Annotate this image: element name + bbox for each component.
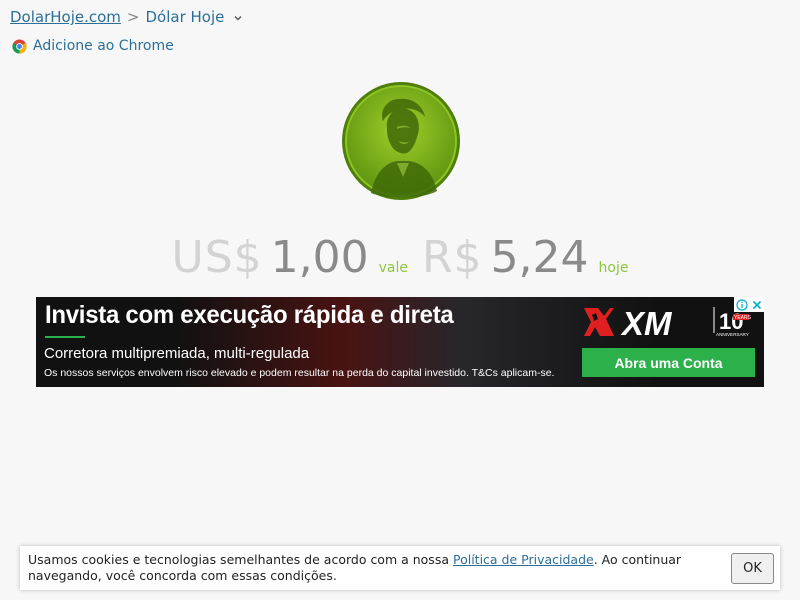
add-to-chrome-link[interactable]: Adicione ao Chrome [12, 38, 174, 54]
ad-banner[interactable]: Invista com execução rápida e direta Cor… [36, 297, 764, 387]
dollar-coin-icon [342, 82, 460, 200]
cookie-consent-bar: Usamos cookies e tecnologias semelhantes… [20, 546, 780, 590]
ad-subline: Corretora multipremiada, multi-regulada [44, 345, 310, 362]
ad-divider [45, 336, 85, 338]
breadcrumb-current-label: Dólar Hoje [145, 8, 225, 26]
close-icon[interactable] [752, 300, 762, 310]
breadcrumb-current-dropdown[interactable]: Dólar Hoje [146, 8, 243, 26]
anniversary-word: YEARS [734, 315, 752, 321]
breadcrumb: DolarHoje.com > Dólar Hoje [10, 8, 242, 26]
xm-logo: XM [584, 305, 673, 339]
rate-suffix: hoje [598, 260, 629, 276]
to-value: 5,24 [490, 232, 589, 283]
chrome-icon [12, 38, 27, 54]
breadcrumb-home-link[interactable]: DolarHoje.com [10, 8, 121, 26]
info-icon[interactable] [736, 298, 748, 311]
cookie-ok-button[interactable]: OK [731, 553, 774, 584]
from-value: 1,00 [270, 232, 369, 283]
to-currency: R$ [421, 232, 483, 283]
from-currency: US$ [171, 232, 263, 283]
cookie-message: Usamos cookies e tecnologias semelhantes… [28, 552, 718, 584]
rate-connector: vale [378, 260, 408, 276]
add-to-chrome-label: Adicione ao Chrome [33, 38, 174, 54]
exchange-rate: US$ 1,00 vale R$ 5,24 hoje [0, 232, 800, 283]
chevron-down-icon [234, 16, 242, 21]
anniversary-number: 10 [719, 309, 743, 334]
open-account-button[interactable]: Abra uma Conta [582, 348, 755, 377]
ad-headline: Invista com execução rápida e direta [45, 301, 454, 329]
ad-disclaimer: Os nossos serviços envolvem risco elevad… [44, 367, 555, 379]
privacy-policy-link[interactable]: Política de Privacidade [453, 552, 594, 567]
breadcrumb-separator: > [126, 8, 140, 26]
cookie-text-before: Usamos cookies e tecnologias semelhantes… [28, 552, 453, 567]
anniversary-sub: ANNIVERSARY [716, 332, 749, 337]
adchoices-controls[interactable] [734, 297, 764, 312]
xm-brand-text: XM [620, 305, 673, 339]
